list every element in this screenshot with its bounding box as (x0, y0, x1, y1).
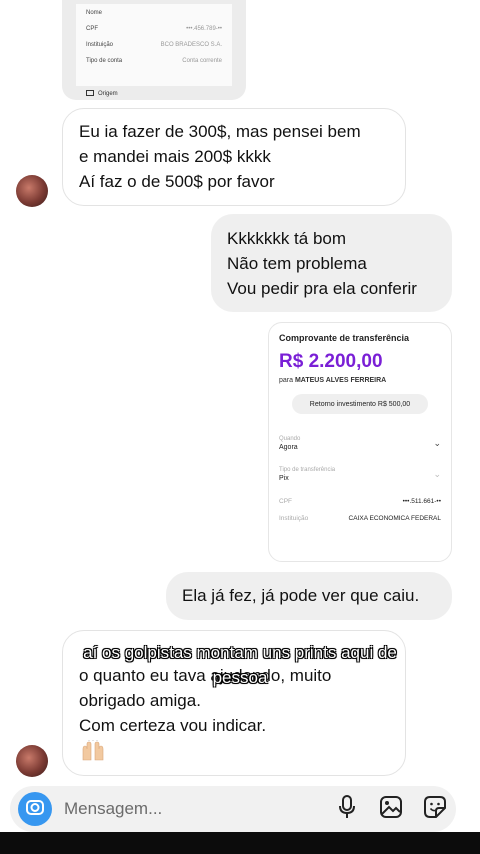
when-label: Quando (279, 436, 301, 442)
message-line: Ela já fez, já pode ver que caiu. (182, 586, 420, 605)
chevron-down-icon: ⌄ (433, 438, 441, 448)
row-label: Nome (86, 10, 103, 16)
when-field: Quando Agora ⌄ (279, 436, 441, 451)
video-caption-line: aí os golpistas montam uns prints aqui d… (83, 643, 397, 662)
cpf-label: CPF (279, 498, 292, 505)
gallery-button[interactable] (378, 795, 404, 824)
type-value: Pix (279, 475, 289, 482)
outgoing-message[interactable]: Kkkkkkk tá bom Não tem problema Vou pedi… (211, 214, 452, 312)
raised-hands-emoji (80, 740, 106, 762)
message-line: Não tem problema (227, 254, 367, 273)
message-line: Eu ia fazer de 300$, mas pensei bem (79, 122, 361, 141)
video-caption-line: pessoa (212, 668, 268, 687)
outgoing-message[interactable]: Ela já fez, já pode ver que caiu. (166, 572, 452, 620)
recipient-prefix: para (279, 377, 294, 384)
recipient-name: MATEUS ALVES FERREIRA (294, 377, 387, 384)
origin-label: Origem (98, 91, 118, 97)
receipt-row: Tipo de conta Conta corrente (86, 58, 222, 64)
message-input[interactable] (64, 799, 334, 819)
system-navigation-bar (0, 832, 480, 854)
message-line: Kkkkkkk tá bom (227, 229, 347, 248)
shared-receipt-image-top[interactable]: Nome CPF •••.456.789-•• Instituição BCO … (62, 0, 246, 100)
receipt-description-pill: Retorno investimento R$ 500,00 (292, 394, 428, 414)
institution-row: Instituição CAIXA ECONOMICA FEDERAL (279, 515, 441, 522)
row-value: BCO BRADESCO S.A. (160, 42, 222, 48)
cpf-row: CPF •••.511.661-•• (279, 498, 441, 505)
receipt-amount: R$ 2.200,00 (279, 351, 383, 372)
message-line: obrigado amiga. (79, 691, 201, 710)
sender-avatar[interactable] (16, 745, 48, 777)
message-line: Com certeza vou indicar. (79, 716, 267, 735)
sender-avatar[interactable] (16, 175, 48, 207)
chevron-down-icon: ⌄ (433, 469, 441, 479)
row-label: Tipo de conta (86, 58, 123, 64)
row-label: Instituição (86, 42, 114, 48)
cpf-value: •••.511.661-•• (402, 498, 441, 505)
receipt-title: Comprovante de transferência (279, 333, 410, 343)
message-composer (10, 786, 456, 832)
receipt-row: CPF •••.456.789-•• (86, 26, 222, 32)
type-label: Tipo de transferência (279, 467, 336, 473)
when-value: Agora (279, 444, 298, 451)
gallery-icon (379, 795, 403, 824)
institution-label: Instituição (279, 515, 309, 522)
microphone-icon (338, 794, 356, 824)
institution-value: CAIXA ECONOMICA FEDERAL (348, 515, 441, 522)
sticker-button[interactable] (422, 795, 448, 824)
receipt-row: Nome (86, 10, 222, 16)
receipt-row: Instituição BCO BRADESCO S.A. (86, 42, 222, 48)
message-line: Vou pedir pra ela conferir (227, 279, 417, 298)
camera-icon (25, 797, 45, 822)
row-value: Conta corrente (182, 58, 222, 64)
sticker-icon (423, 795, 447, 824)
receipt-recipient: para MATEUS ALVES FERREIRA (279, 377, 441, 384)
row-label: CPF (86, 26, 98, 32)
shared-receipt-image[interactable]: Comprovante de transferência R$ 2.200,00… (268, 322, 452, 562)
row-value: •••.456.789-•• (186, 26, 222, 32)
incoming-message[interactable]: Eu ia fazer de 300$, mas pensei bem e ma… (62, 108, 406, 206)
origin-row: Origem (86, 90, 118, 98)
message-line: e mandei mais 200$ kkkk (79, 147, 271, 166)
transfer-type-field: Tipo de transferência Pix ⌄ (279, 467, 441, 482)
origin-icon (86, 90, 94, 98)
camera-button[interactable] (18, 792, 52, 826)
microphone-button[interactable] (334, 794, 360, 824)
message-line: Aí faz o de 500$ por favor (79, 172, 275, 191)
